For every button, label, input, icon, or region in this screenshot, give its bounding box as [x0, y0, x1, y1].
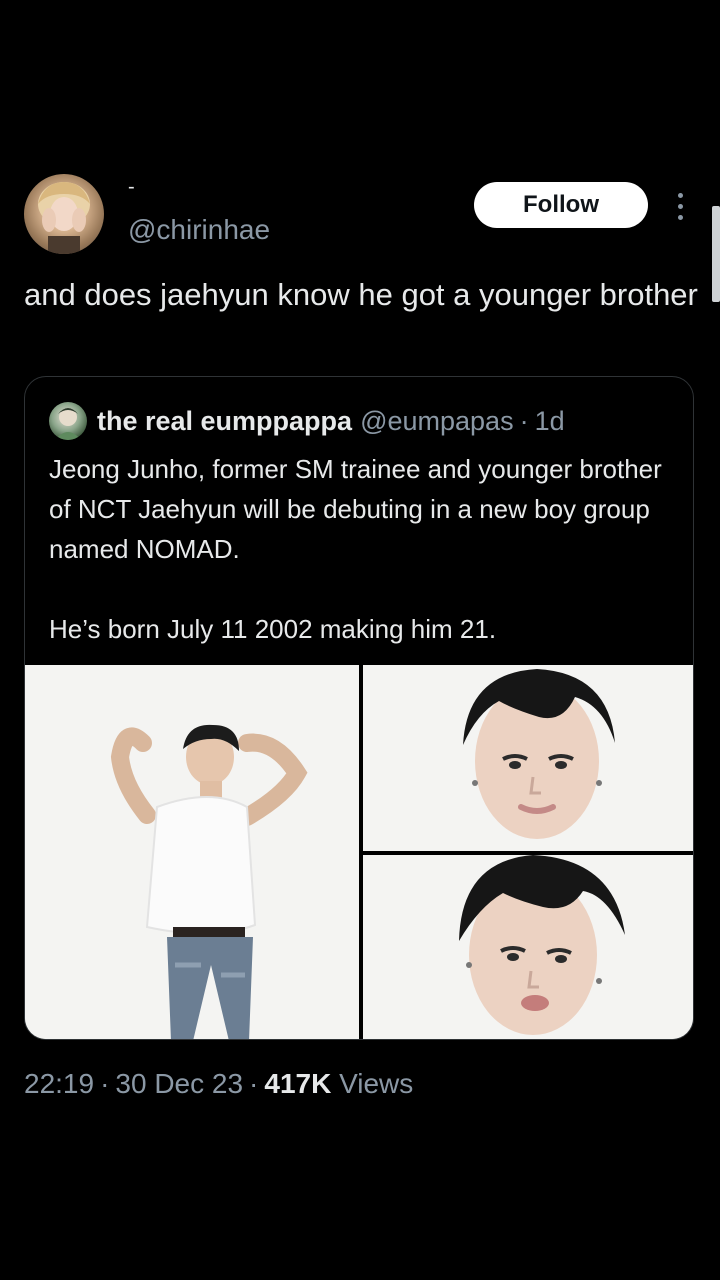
tweet-header: - @chirinhae Follow — [24, 170, 696, 260]
quoted-tweet-card[interactable]: the real eumppappa @eumpapas · 1d Jeong … — [24, 376, 694, 1040]
tweet-text: and does jaehyun know he got a younger b… — [24, 277, 698, 312]
quoted-time: 1d — [534, 405, 565, 436]
quoted-author-handle: @eumpapas — [360, 405, 514, 436]
media-photo-1[interactable] — [25, 665, 359, 1039]
follow-button[interactable]: Follow — [474, 182, 648, 228]
photo-portrait-pout-icon — [363, 855, 693, 1039]
separator-dot: · — [519, 405, 529, 436]
tweet-date: 30 Dec 23 — [115, 1068, 244, 1099]
author-handle[interactable]: @chirinhae — [128, 214, 270, 246]
tweet-meta: 22:19 · 30 Dec 23 · 417K Views — [24, 1068, 413, 1100]
more-options-icon[interactable] — [668, 188, 692, 224]
media-photo-2[interactable] — [363, 665, 693, 851]
tweet-time: 22:19 — [24, 1068, 95, 1099]
author-avatar[interactable] — [24, 174, 104, 254]
photo-portrait-icon — [363, 665, 693, 851]
quoted-tweet-text: Jeong Junho, former SM trainee and young… — [49, 454, 662, 644]
quoted-tweet-header: the real eumppappa @eumpapas · 1d — [49, 401, 565, 441]
separator-dot: · — [249, 1068, 259, 1099]
quoted-avatar-icon — [55, 408, 81, 440]
separator-dot: · — [100, 1068, 110, 1099]
quoted-author-avatar — [49, 402, 87, 440]
photo-full-body-icon — [25, 665, 359, 1039]
author-display-name[interactable]: - — [128, 176, 135, 199]
media-photo-3[interactable] — [363, 855, 693, 1039]
quoted-author-name: the real eumppappa — [97, 405, 353, 436]
media-grid — [25, 665, 693, 1039]
scrollbar[interactable] — [712, 206, 720, 302]
profile-photo-icon — [38, 182, 90, 254]
views-count[interactable]: 417K — [264, 1068, 331, 1099]
views-label[interactable]: Views — [339, 1068, 413, 1099]
